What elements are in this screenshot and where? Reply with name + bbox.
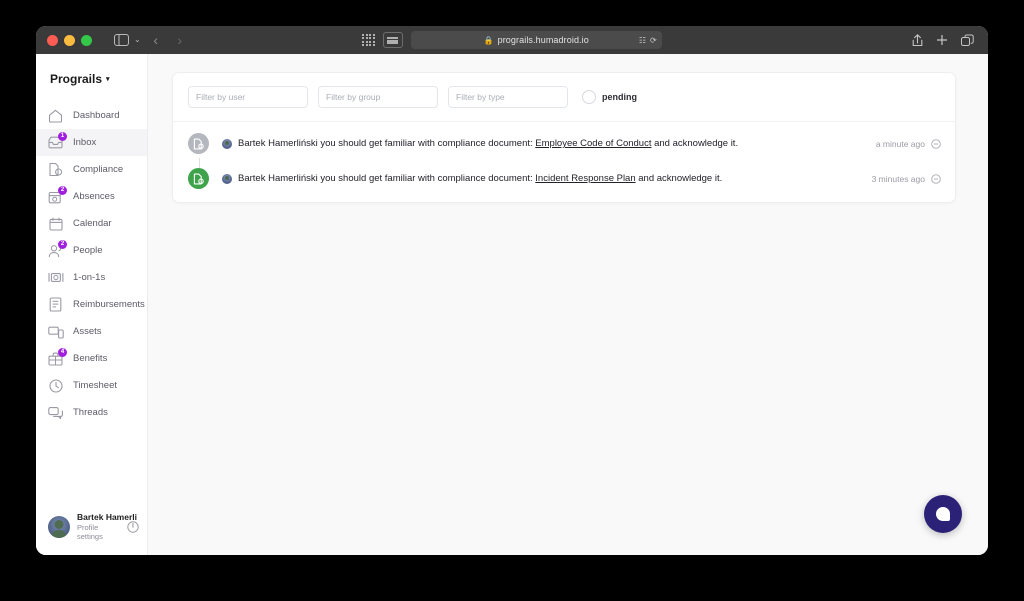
notification-message: Bartek Hamerliński you should get famili…: [209, 138, 866, 149]
sidebar-item-timesheet[interactable]: Timesheet: [36, 372, 147, 399]
avatar: [48, 515, 70, 538]
notification-text: Bartek Hamerliński you should get famili…: [238, 138, 738, 149]
list-item[interactable]: Bartek Hamerliński you should get famili…: [173, 126, 955, 168]
sidebar-badge: 4: [58, 347, 67, 357]
sidebar-item-1-on-1s[interactable]: 1-on-1s: [36, 264, 147, 291]
profile-name: Bartek Hamerli: [77, 512, 138, 522]
document-link[interactable]: Employee Code of Conduct: [535, 138, 651, 149]
reader-view-icon[interactable]: [382, 32, 403, 48]
sidebar-item-inbox[interactable]: 1 Inbox: [36, 129, 147, 156]
profile-text: Bartek Hamerli Profile settings: [77, 512, 138, 541]
page-body: Prograils ▾ Dashboard 1 Inbox Compliance…: [36, 54, 988, 555]
notification-text-after: and acknowledge it.: [651, 138, 739, 149]
workspace-name: Prograils: [50, 72, 103, 86]
notification-text-after: and acknowledge it.: [635, 173, 723, 184]
notification-message: Bartek Hamerliński you should get famili…: [209, 173, 862, 184]
main-content: pending Bartek Hamerliński you should ge: [148, 54, 988, 555]
pending-toggle[interactable]: [582, 90, 596, 104]
notification-text-before: Bartek Hamerliński you should get famili…: [238, 138, 536, 149]
browser-titlebar: ⌄ ‹ › 🔒 prograils.humadroid.io ☷ ⟳: [36, 26, 988, 54]
reimbursements-icon: [47, 297, 64, 313]
filter-by-group-input[interactable]: [318, 86, 438, 108]
pending-circle-icon[interactable]: [931, 173, 941, 184]
chat-widget-button[interactable]: [924, 495, 962, 533]
absences-icon: 2: [47, 185, 67, 205]
pending-label: pending: [602, 92, 637, 102]
sidebar-nav: Dashboard 1 Inbox Compliance 2 Absences …: [36, 100, 147, 426]
list-item[interactable]: Bartek Hamerliński you should get famili…: [173, 161, 955, 196]
sidebar-item-threads[interactable]: Threads: [36, 399, 147, 426]
threads-icon: [47, 405, 64, 421]
filter-bar: pending: [173, 73, 955, 122]
pending-filter[interactable]: pending: [582, 90, 637, 104]
sidebar-item-calendar[interactable]: Calendar: [36, 210, 147, 237]
sidebar-item-label: People: [73, 245, 103, 256]
sidebar-item-label: Threads: [73, 407, 108, 418]
browser-window: ⌄ ‹ › 🔒 prograils.humadroid.io ☷ ⟳ Progr…: [36, 26, 988, 555]
sidebar-item-benefits[interactable]: 4 Benefits: [36, 345, 147, 372]
avatar: [222, 138, 232, 149]
lock-icon: 🔒: [483, 35, 494, 45]
app-grid-icon[interactable]: [362, 33, 375, 47]
notification-meta: a minute ago: [866, 139, 941, 149]
sidebar-item-compliance[interactable]: Compliance: [36, 156, 147, 183]
timestamp: 3 minutes ago: [871, 173, 925, 184]
notification-list: Bartek Hamerliński you should get famili…: [173, 122, 955, 202]
address-bar-actions: ☷ ⟳: [639, 36, 657, 45]
sidebar-item-label: 1-on-1s: [73, 272, 106, 283]
inbox-icon: 1: [47, 131, 67, 151]
sidebar-item-label: Dashboard: [73, 110, 120, 121]
sidebar-badge: 1: [58, 131, 67, 141]
reload-icon[interactable]: ⟳: [650, 36, 657, 45]
one-on-one-icon: [47, 270, 64, 286]
notification-text: Bartek Hamerliński you should get famili…: [238, 173, 722, 184]
filter-by-type-input[interactable]: [448, 86, 568, 108]
sidebar-badge: 2: [58, 185, 67, 195]
extensions-icon[interactable]: ☷: [639, 36, 646, 45]
document-link[interactable]: Incident Response Plan: [535, 173, 635, 184]
avatar: [222, 173, 232, 184]
profile-section[interactable]: Bartek Hamerli Profile settings: [36, 512, 147, 555]
timestamp: a minute ago: [875, 138, 925, 149]
filter-by-user-input[interactable]: [188, 86, 308, 108]
sidebar-item-label: Reimbursements: [73, 299, 145, 310]
sidebar-item-people[interactable]: 2 People: [36, 237, 147, 264]
sidebar-item-label: Compliance: [73, 164, 124, 175]
app-sidebar: Prograils ▾ Dashboard 1 Inbox Compliance…: [36, 54, 148, 555]
compliance-icon: [47, 162, 64, 178]
timesheet-icon: [47, 378, 64, 394]
address-bar[interactable]: 🔒 prograils.humadroid.io ☷ ⟳: [410, 31, 662, 49]
notification-text-before: Bartek Hamerliński you should get famili…: [238, 173, 536, 184]
inbox-card: pending Bartek Hamerliński you should ge: [172, 72, 956, 203]
benefits-icon: 4: [47, 347, 67, 367]
workspace-switcher[interactable]: Prograils ▾: [36, 54, 147, 100]
chat-bubble-icon: [936, 507, 950, 521]
pending-circle-icon[interactable]: [931, 138, 941, 149]
sidebar-item-label: Inbox: [73, 137, 97, 148]
document-status-avatar: [188, 133, 209, 154]
address-bar-url: prograils.humadroid.io: [497, 35, 589, 45]
profile-settings-link[interactable]: Profile settings: [77, 523, 120, 541]
sidebar-item-reimbursements[interactable]: Reimbursements: [36, 291, 147, 318]
screen: ⌄ ‹ › 🔒 prograils.humadroid.io ☷ ⟳ Progr…: [0, 0, 1024, 601]
browser-toolbar-center: 🔒 prograils.humadroid.io ☷ ⟳: [36, 31, 988, 49]
calendar-icon: [47, 216, 64, 232]
sidebar-item-label: Absences: [73, 191, 115, 202]
sidebar-item-absences[interactable]: 2 Absences: [36, 183, 147, 210]
sidebar-badge: 2: [58, 239, 67, 249]
chevron-down-icon: ▾: [106, 76, 110, 83]
sidebar-item-label: Assets: [73, 326, 102, 337]
sidebar-item-label: Calendar: [73, 218, 112, 229]
assets-icon: [47, 324, 64, 340]
people-icon: 2: [47, 239, 67, 259]
home-icon: [47, 108, 64, 124]
sidebar-item-label: Benefits: [73, 353, 108, 364]
sidebar-item-assets[interactable]: Assets: [36, 318, 147, 345]
notification-meta: 3 minutes ago: [862, 174, 941, 184]
power-icon[interactable]: [127, 520, 139, 533]
document-status-avatar: [188, 168, 209, 189]
sidebar-item-dashboard[interactable]: Dashboard: [36, 102, 147, 129]
sidebar-item-label: Timesheet: [73, 380, 117, 391]
